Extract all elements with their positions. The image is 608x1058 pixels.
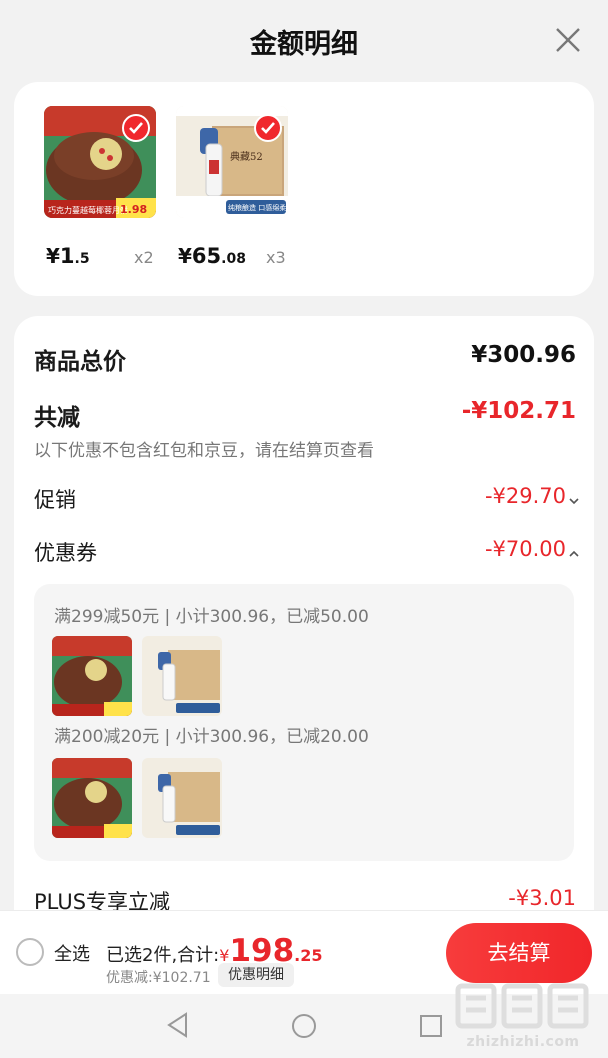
thumb-tag: 1.98 [120, 203, 147, 216]
total-row: 商品总价 ¥300.96 [34, 342, 576, 376]
baijiu-image: 典藏52 纯粮酿造 口感绵柔 [176, 106, 288, 218]
thumb-caption: 纯粮酿造 口感绵柔 [228, 203, 286, 212]
product-price: ¥1.5 [46, 244, 90, 268]
product-card: 巧克力蔓越莓椰蓉月饼 1.98 ¥1.5 x2 典藏52 纯粮酿造 口感绵柔 ¥… [14, 82, 594, 296]
watermark-text: zhizhizhi.com [466, 1034, 580, 1050]
product-quantity: x2 [134, 248, 154, 267]
reduce-label: 共减 [34, 405, 80, 431]
home-circle-icon[interactable] [290, 1012, 318, 1044]
promo-value: -¥29.70 [484, 484, 566, 508]
baijiu-mini-image [142, 636, 222, 716]
header: 金额明细 [0, 0, 608, 80]
select-all-radio[interactable] [16, 938, 44, 966]
product-item[interactable]: 巧克力蔓越莓椰蓉月饼 1.98 ¥1.5 x2 [44, 106, 156, 274]
product-price: ¥65.08 [178, 244, 246, 268]
back-triangle-icon[interactable] [166, 1012, 190, 1042]
chevron-down-icon[interactable] [568, 492, 580, 511]
baijiu-mini-image [142, 758, 222, 838]
amount-detail-card: 商品总价 ¥300.96 共减 -¥102.71 以下优惠不包含红包和京豆，请在… [14, 316, 594, 936]
product-item[interactable]: 典藏52 纯粮酿造 口感绵柔 ¥65.08 x3 [176, 106, 288, 274]
checkout-button[interactable]: 去结算 [446, 923, 592, 983]
product-quantity: x3 [266, 248, 286, 267]
coupon-rule: 满200减20元 | 小计300.96，已减20.00 [54, 727, 369, 747]
reduce-value: -¥102.71 [461, 398, 576, 424]
coupon-label: 优惠券 [34, 541, 97, 565]
plus-value: -¥3.01 [508, 886, 576, 910]
total-value: ¥300.96 [471, 342, 576, 368]
coupon-value: -¥70.00 [484, 537, 566, 561]
mooncake-mini-image [52, 636, 132, 716]
reduce-row: 共减 -¥102.71 [34, 398, 576, 432]
coupon-row[interactable]: 优惠券 -¥70.00 [34, 537, 579, 571]
thumb-caption: 巧克力蔓越莓椰蓉月饼 [48, 205, 128, 215]
select-all-label[interactable]: 全选 [54, 940, 90, 966]
chevron-up-icon[interactable] [568, 545, 580, 564]
recent-apps-square-icon[interactable] [419, 1014, 443, 1042]
check-icon[interactable] [254, 114, 282, 142]
coupon-rule: 满299减50元 | 小计300.96，已减50.00 [54, 607, 369, 627]
discount-detail-button[interactable]: 优惠明细 [218, 963, 294, 987]
page-title: 金额明细 [250, 29, 358, 60]
watermark-logo: zhizhizhi.com [448, 978, 598, 1056]
check-icon[interactable] [122, 114, 150, 142]
discount-summary: 优惠减:¥102.71 [106, 970, 211, 986]
mooncake-image: 巧克力蔓越莓椰蓉月饼 1.98 [44, 106, 156, 218]
coupon-detail-box: 满299减50元 | 小计300.96，已减50.00 满200减20元 | 小… [34, 584, 574, 861]
close-icon[interactable] [554, 26, 582, 54]
promo-row[interactable]: 促销 -¥29.70 [34, 484, 579, 518]
discount-note: 以下优惠不包含红包和京豆，请在结算页查看 [34, 441, 374, 461]
mooncake-mini-image [52, 758, 132, 838]
thumb-tag: 典藏52 [230, 150, 263, 163]
total-label: 商品总价 [34, 349, 126, 375]
promo-label: 促销 [34, 488, 76, 512]
